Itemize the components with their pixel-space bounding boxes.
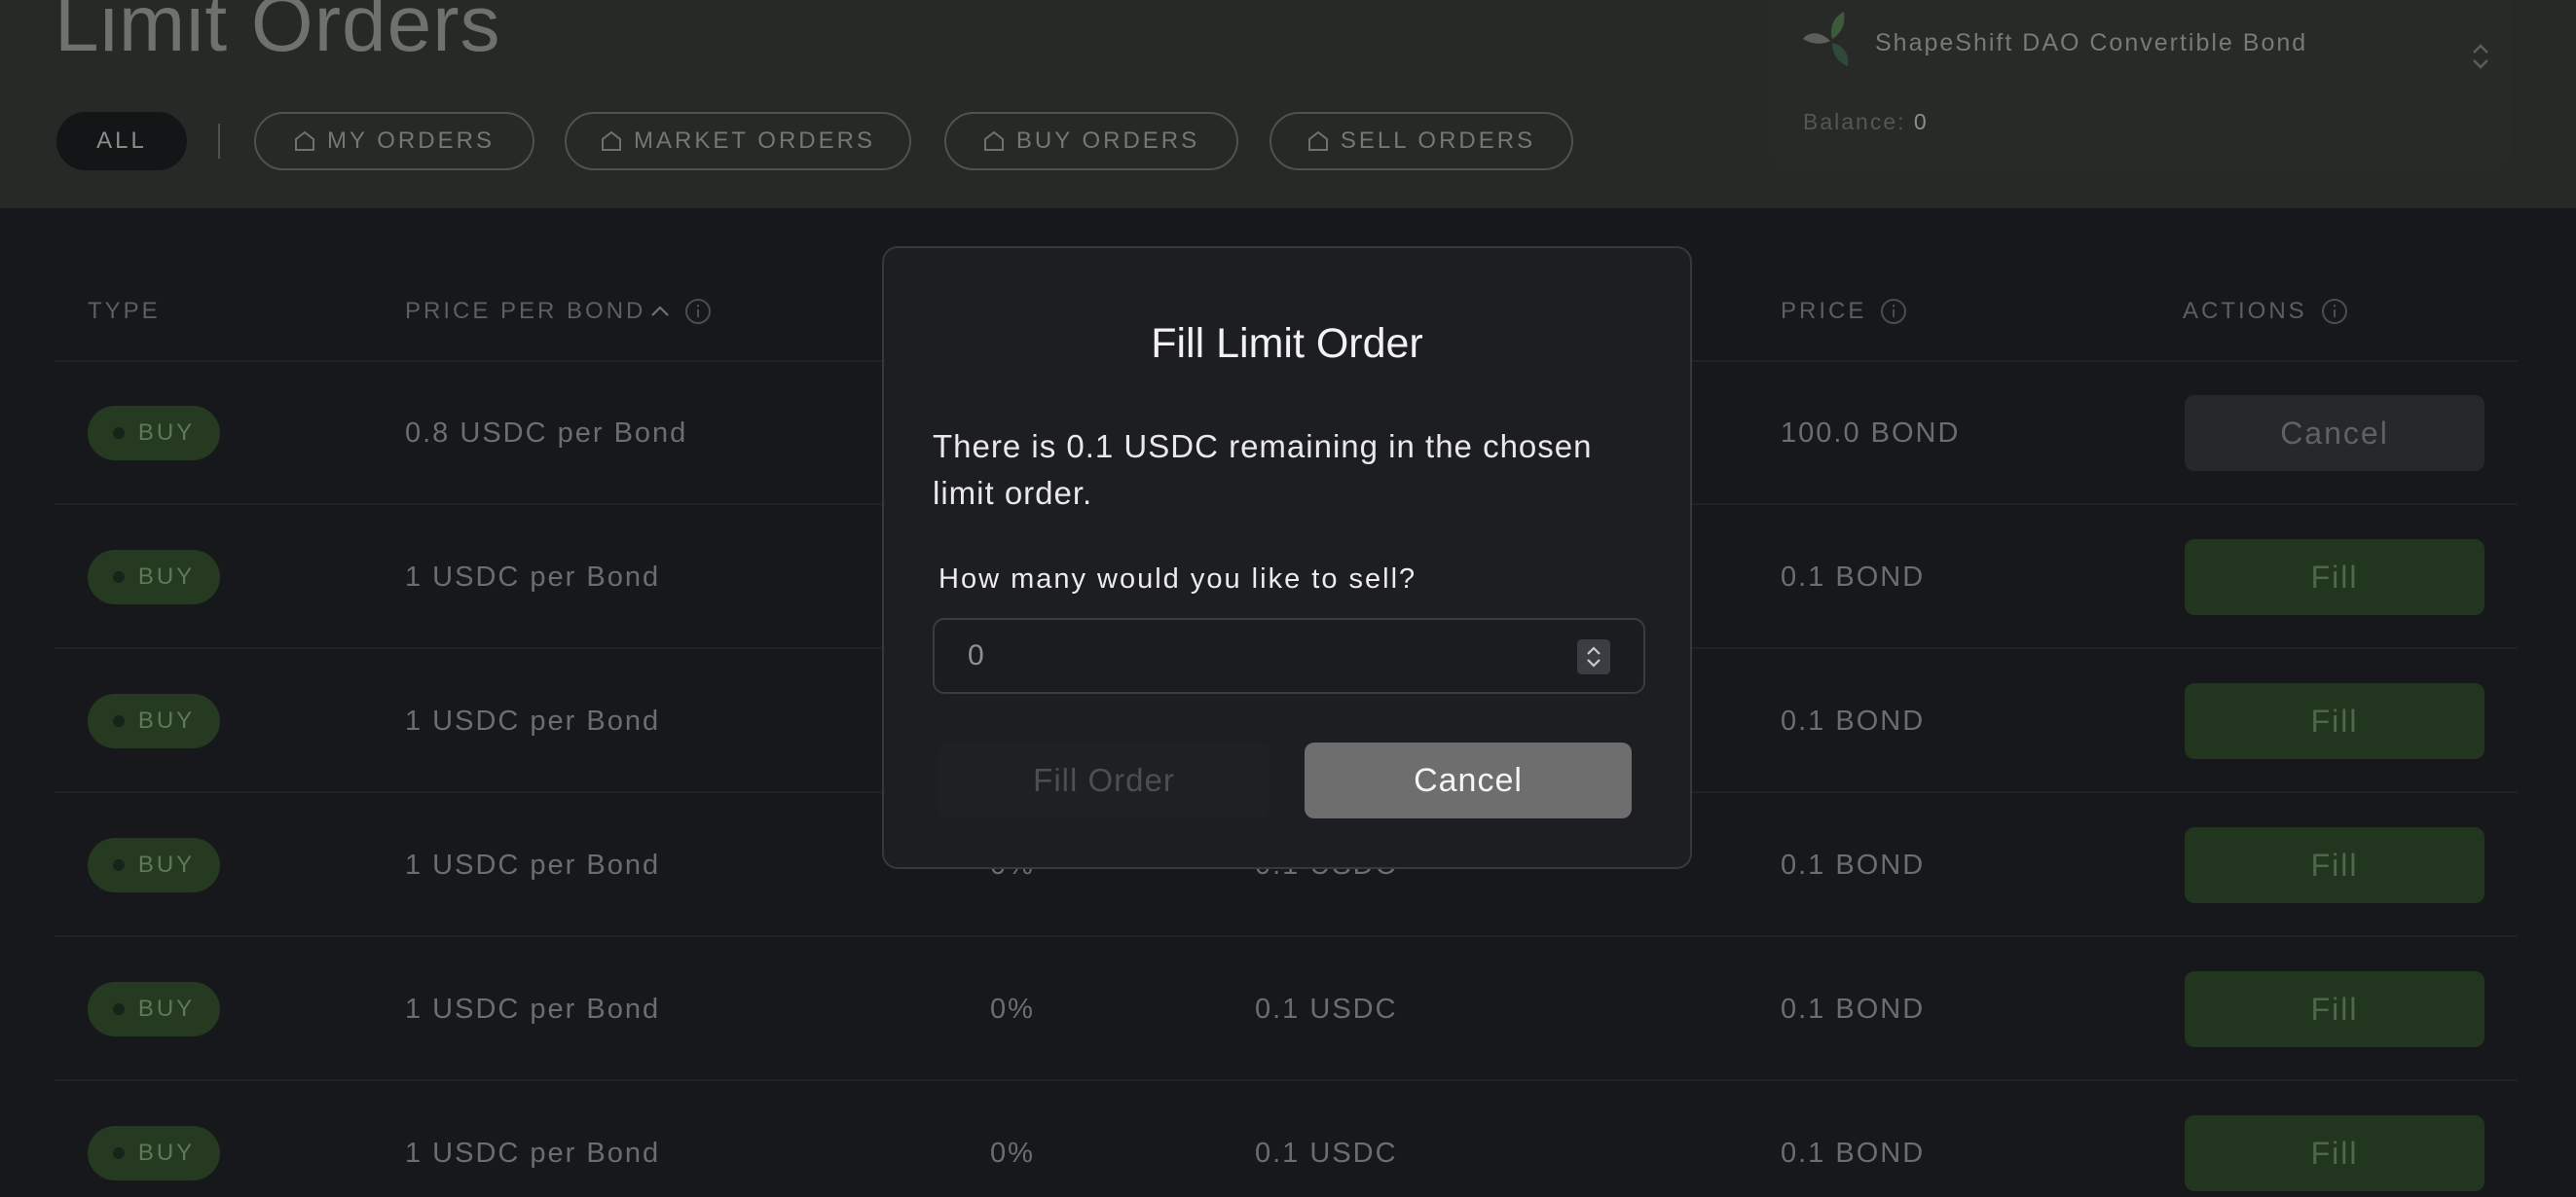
house-icon: [983, 130, 1004, 151]
status-dot: [112, 1003, 125, 1015]
status-dot: [112, 1147, 125, 1159]
type-badge-label: BUY: [137, 852, 196, 878]
type-badge: BUY: [88, 1126, 220, 1180]
house-icon: [602, 130, 622, 151]
bond-selector[interactable]: ShapeShift DAO Convertible Bond Balance:…: [1770, 0, 2512, 171]
column-type[interactable]: TYPE: [88, 298, 161, 325]
type-badge-label: BUY: [137, 563, 196, 590]
amount-cell: 0.1 USDC: [1255, 1138, 1398, 1169]
bond-name: ShapeShift DAO Convertible Bond: [1875, 29, 2308, 56]
dialog-message: There is 0.1 USDC remaining in the chose…: [933, 428, 1593, 511]
sell-amount-value: 0: [968, 639, 984, 671]
filter-my-orders-label: MY ORDERS: [327, 127, 495, 154]
filter-divider: [218, 124, 220, 159]
price-cell: 100.0 BOND: [1781, 417, 1961, 449]
sort-ascending-icon: [651, 306, 670, 316]
column-type-label: TYPE: [88, 298, 161, 324]
cancel-button[interactable]: Cancel: [1305, 743, 1632, 818]
fill-order-button[interactable]: Fill: [2185, 539, 2484, 615]
sell-amount-input[interactable]: 0: [933, 618, 1645, 694]
filter-market-orders-label: MARKET ORDERS: [634, 127, 875, 154]
price-cell: 0.1 BOND: [1781, 562, 1926, 593]
fill-order-button[interactable]: Fill: [2185, 827, 2484, 903]
fill-order-button[interactable]: Fill: [2185, 1115, 2484, 1191]
status-dot: [112, 427, 125, 439]
sell-amount-label: How many would you like to sell?: [938, 563, 1417, 595]
filter-all[interactable]: ALL: [56, 112, 187, 170]
dialog-title: Fill Limit Order: [1151, 320, 1423, 367]
page-title: Limit Orders: [55, 0, 501, 68]
column-price-per-bond-label: PRICE PER BOND: [405, 298, 646, 324]
balance-label: Balance:: [1803, 109, 1906, 134]
status-dot: [112, 859, 125, 871]
price-per-bond-cell: 0.8 USDC per Bond: [405, 417, 688, 449]
status-dot: [112, 571, 125, 583]
price-cell: 0.1 BOND: [1781, 706, 1926, 737]
shapeshift-leaf-logo: [1803, 12, 1849, 66]
column-price-per-bond[interactable]: PRICE PER BOND: [405, 298, 712, 325]
fill-order-button[interactable]: Fill: [2185, 971, 2484, 1047]
filter-all-label: ALL: [96, 127, 147, 154]
info-icon: [2321, 299, 2347, 324]
fill-order-button[interactable]: Fill Order: [938, 743, 1270, 818]
type-badge: BUY: [88, 838, 220, 892]
type-badge: BUY: [88, 982, 220, 1036]
type-badge-label: BUY: [137, 419, 196, 446]
price-per-bond-cell: 1 USDC per Bond: [405, 994, 661, 1025]
cancel-order-button[interactable]: Cancel: [2185, 395, 2484, 471]
price-per-bond-cell: 1 USDC per Bond: [405, 706, 661, 737]
number-stepper-icon[interactable]: [1577, 639, 1610, 674]
price-per-bond-cell: 1 USDC per Bond: [405, 562, 661, 593]
page-header: Limit Orders ALL MY ORDERS MARKET ORDERS…: [0, 0, 2576, 208]
chevron-up-down-icon: [2473, 44, 2488, 69]
column-price[interactable]: PRICE: [1781, 298, 1907, 325]
row-divider: [55, 935, 2518, 937]
column-actions-label: ACTIONS: [2183, 298, 2307, 324]
filter-market-orders[interactable]: MARKET ORDERS: [565, 112, 911, 170]
info-icon: [1881, 299, 1907, 324]
filter-buy-orders[interactable]: BUY ORDERS: [944, 112, 1238, 170]
row-divider: [55, 1079, 2518, 1081]
filter-sell-orders-label: SELL ORDERS: [1340, 127, 1536, 154]
status-dot: [112, 715, 125, 727]
price-per-bond-cell: 1 USDC per Bond: [405, 1138, 661, 1169]
filter-my-orders[interactable]: MY ORDERS: [254, 112, 534, 170]
fill-order-button[interactable]: Fill: [2185, 683, 2484, 759]
filter-buy-orders-label: BUY ORDERS: [1015, 127, 1200, 154]
price-cell: 0.1 BOND: [1781, 994, 1926, 1025]
type-badge-label: BUY: [137, 1140, 196, 1166]
info-icon: [685, 299, 712, 324]
bond-balance: Balance: 0: [1803, 109, 1929, 135]
price-cell: 0.1 BOND: [1781, 1138, 1926, 1169]
balance-value: 0: [1913, 109, 1929, 134]
price-cell: 0.1 BOND: [1781, 850, 1926, 881]
type-badge: BUY: [88, 550, 220, 604]
filter-sell-orders[interactable]: SELL ORDERS: [1270, 112, 1573, 170]
house-icon: [1307, 130, 1328, 151]
type-badge-label: BUY: [137, 996, 196, 1022]
type-badge: BUY: [88, 406, 220, 460]
fill-limit-order-dialog: Fill Limit Order There is 0.1 USDC remai…: [882, 246, 1692, 869]
discount-cell: 0%: [990, 1138, 1035, 1169]
column-price-label: PRICE: [1781, 298, 1867, 324]
type-badge-label: BUY: [137, 707, 196, 734]
amount-cell: 0.1 USDC: [1255, 994, 1398, 1025]
discount-cell: 0%: [990, 994, 1035, 1025]
price-per-bond-cell: 1 USDC per Bond: [405, 850, 661, 881]
type-badge: BUY: [88, 694, 220, 748]
column-actions: ACTIONS: [2183, 298, 2348, 325]
house-icon: [295, 130, 315, 151]
